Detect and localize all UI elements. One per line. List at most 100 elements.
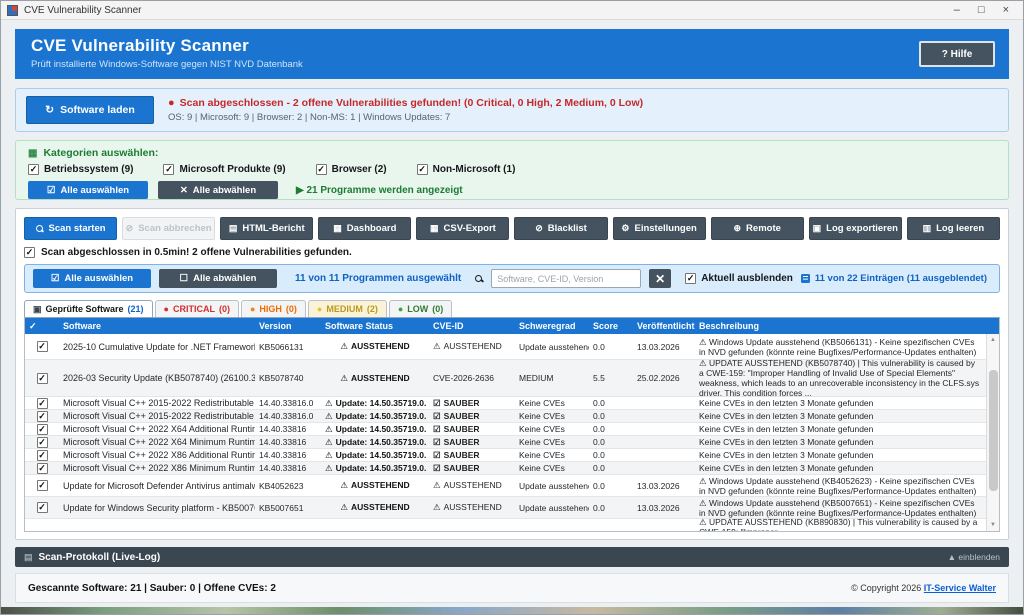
cell-cve-id: CVE-2026-2636 [429, 373, 515, 383]
severity-dot-icon: ● [250, 304, 255, 314]
checkbox-icon: ✓ [316, 164, 327, 175]
select-all-categories-button[interactable]: ☑ Alle auswählen [28, 181, 148, 199]
clean-check-icon: ☑ [433, 424, 441, 434]
row-checkbox[interactable]: ✓ [37, 450, 48, 461]
toolbar-button-log-exportieren[interactable]: ▣ Log exportieren [809, 217, 902, 240]
minimize-button[interactable]: – [954, 5, 960, 16]
table-row[interactable]: ✓ Update for Microsoft Defender Antiviru… [25, 475, 986, 497]
row-checkbox[interactable]: ✓ [37, 424, 48, 435]
toolbar-button-log-leeren[interactable]: ▥ Log leeren [907, 217, 1000, 240]
table-body: ✓ 2025-10 Cumulative Update for .NET Fra… [25, 334, 986, 531]
table-scrollbar[interactable]: ▲ ▼ [986, 334, 999, 531]
page-subtitle: Prüft installierte Windows-Software gege… [31, 59, 993, 70]
toolbar-button-html-bericht[interactable]: ▤ HTML-Bericht [220, 217, 313, 240]
cell-software: Update for Windows Security platform - K… [59, 503, 255, 513]
tab-low[interactable]: ▣ ● LOW (0) [389, 300, 452, 317]
checked-box-icon: ☑ [51, 273, 60, 284]
vendor-link[interactable]: IT-Service Walter [924, 583, 996, 593]
cell-severity: Keine CVEs [515, 398, 589, 408]
cell-status: ⚠AUSSTEHEND [321, 341, 429, 352]
close-button[interactable]: × [1003, 5, 1009, 16]
cell-description: Keine CVEs in den letzten 3 Monate gefun… [695, 424, 986, 434]
table-row[interactable]: ✓ Microsoft Visual C++ 2015-2022 Redistr… [25, 410, 986, 423]
cell-version: KB5078740 [255, 373, 321, 383]
copyright-text: © Copyright 2026 IT-Service Walter [851, 583, 996, 593]
table-row[interactable]: ✓ Microsoft Visual C++ 2022 X64 Minimum … [25, 436, 986, 449]
table-row[interactable]: ✓ Microsoft Visual C++ 2022 X86 Minimum … [25, 462, 986, 475]
cell-description: ⚠ Windows Update ausstehend (KB5007651) … [695, 498, 986, 518]
search-icon [36, 225, 44, 233]
table-row[interactable]: ✓ 2026-03 Security Update (KB5078740) (2… [25, 360, 986, 397]
toolbar-button-remote[interactable]: ⊕ Remote [711, 217, 804, 240]
tab-high[interactable]: ▣ ● HIGH (0) [241, 300, 306, 317]
toolbar-button-csv-export[interactable]: ▦ CSV-Export [416, 217, 509, 240]
cell-status: ⚠Update: 14.50.35719.0. [321, 463, 429, 474]
cell-severity: Keine CVEs [515, 463, 589, 473]
warning-icon: ⚠ [325, 398, 333, 408]
tab-medium[interactable]: ▣ ● MEDIUM (2) [308, 300, 387, 317]
entries-info-text: 11 von 22 Einträgen (11 ausgeblendet) [801, 273, 987, 284]
table-row[interactable]: ✓ ⚠ ⚠ UPDATE AUSSTEHEND (KB890830) | Thi… [25, 519, 986, 531]
scan-status-text: ● Scan abgeschlossen - 2 offene Vulnerab… [168, 97, 643, 109]
cell-status: ⚠AUSSTEHEND [321, 373, 429, 384]
tab-strip: ▣ ● Geprüfte Software (21) ▣ ● CRITICAL … [24, 300, 1000, 317]
cell-score: 0.0 [589, 437, 633, 447]
warning-icon: ⚠ [325, 463, 333, 473]
log-panel-header[interactable]: ▤ Scan-Protokoll (Live-Log) ▲ einblenden [15, 547, 1009, 567]
table-row[interactable]: ✓ Microsoft Visual C++ 2015-2022 Redistr… [25, 397, 986, 410]
scroll-up-icon[interactable]: ▲ [987, 334, 999, 346]
deselect-all-rows-button[interactable]: ☐ Alle abwählen [159, 269, 277, 288]
toolbar-button-dashboard[interactable]: ▦ Dashboard [318, 217, 411, 240]
categories-title: Kategorien auswählen: [43, 147, 158, 159]
cell-software: 2026-03 Security Update (KB5078740) (261… [59, 373, 255, 383]
checkbox-icon: ✓ [417, 164, 428, 175]
row-checkbox[interactable]: ✓ [37, 373, 48, 384]
load-software-button[interactable]: ↻ Software laden [26, 96, 154, 124]
table-row[interactable]: ✓ Microsoft Visual C++ 2022 X86 Addition… [25, 449, 986, 462]
table-row[interactable]: ✓ Microsoft Visual C++ 2022 X64 Addition… [25, 423, 986, 436]
category-checkbox[interactable]: ✓ Betriebssystem (9) [28, 164, 133, 175]
row-checkbox[interactable]: ✓ [37, 411, 48, 422]
row-checkbox[interactable]: ✓ [37, 398, 48, 409]
row-checkbox[interactable]: ✓ [37, 480, 48, 491]
log-toggle[interactable]: ▲ einblenden [948, 552, 1000, 562]
search-input[interactable] [491, 269, 641, 288]
clear-search-button[interactable]: ✕ [649, 269, 671, 288]
row-checkbox[interactable]: ✓ [37, 341, 48, 352]
cell-description: Keine CVEs in den letzten 3 Monate gefun… [695, 411, 986, 421]
tab-critical[interactable]: ▣ ● CRITICAL (0) [155, 300, 239, 317]
toolbar-button-blacklist[interactable]: ⊘ Blacklist [514, 217, 607, 240]
row-checkbox[interactable]: ✓ [37, 463, 48, 474]
warning-icon: ⚠ [340, 341, 348, 351]
table-row[interactable]: ✓ 2025-10 Cumulative Update for .NET Fra… [25, 334, 986, 360]
cell-cve-id: ⚠AUSSTEHEND [429, 480, 515, 491]
block-icon: ⊘ [535, 223, 543, 234]
hide-current-checkbox[interactable]: ✓ Aktuell ausblenden [685, 273, 793, 284]
cell-cve-id: ☑SAUBER [429, 424, 515, 435]
log-icon: ▤ [24, 552, 33, 563]
cell-software: Microsoft Visual C++ 2022 X64 Additional… [59, 424, 255, 434]
tab-gepruefte-software[interactable]: ▣ ● Geprüfte Software (21) [24, 300, 153, 317]
cell-version: KB5007651 [255, 503, 321, 513]
cell-severity: Update ausstehend [515, 503, 589, 513]
help-button[interactable]: ? Hilfe [919, 41, 995, 67]
cell-published: 13.03.2026 [633, 503, 695, 513]
row-checkbox[interactable]: ✓ [37, 502, 48, 513]
deselect-all-categories-button[interactable]: ✕ Alle abwählen [158, 181, 278, 199]
toolbar-button-einstellungen[interactable]: ⚙ Einstellungen [613, 217, 706, 240]
select-all-rows-button[interactable]: ☑ Alle auswählen [33, 269, 151, 288]
maximize-button[interactable]: □ [978, 5, 985, 16]
toolbar-button-scan-starten[interactable]: Scan starten [24, 217, 117, 240]
row-checkbox[interactable]: ✓ [37, 437, 48, 448]
scrollbar-thumb[interactable] [989, 370, 998, 491]
scroll-down-icon[interactable]: ▼ [987, 519, 999, 531]
category-checkbox[interactable]: ✓ Non-Microsoft (1) [417, 164, 516, 175]
page-title: CVE Vulnerability Scanner [31, 36, 993, 56]
cell-software: 2025-10 Cumulative Update for .NET Frame… [59, 342, 255, 352]
category-checkbox[interactable]: ✓ Browser (2) [316, 164, 387, 175]
category-checkbox[interactable]: ✓ Microsoft Produkte (9) [163, 164, 285, 175]
cell-description: Keine CVEs in den letzten 3 Monate gefun… [695, 463, 986, 473]
refresh-icon: ↻ [45, 104, 54, 116]
cell-status: ⚠Update: 14.50.35719.0. [321, 450, 429, 461]
cell-cve-id: ☑SAUBER [429, 398, 515, 409]
